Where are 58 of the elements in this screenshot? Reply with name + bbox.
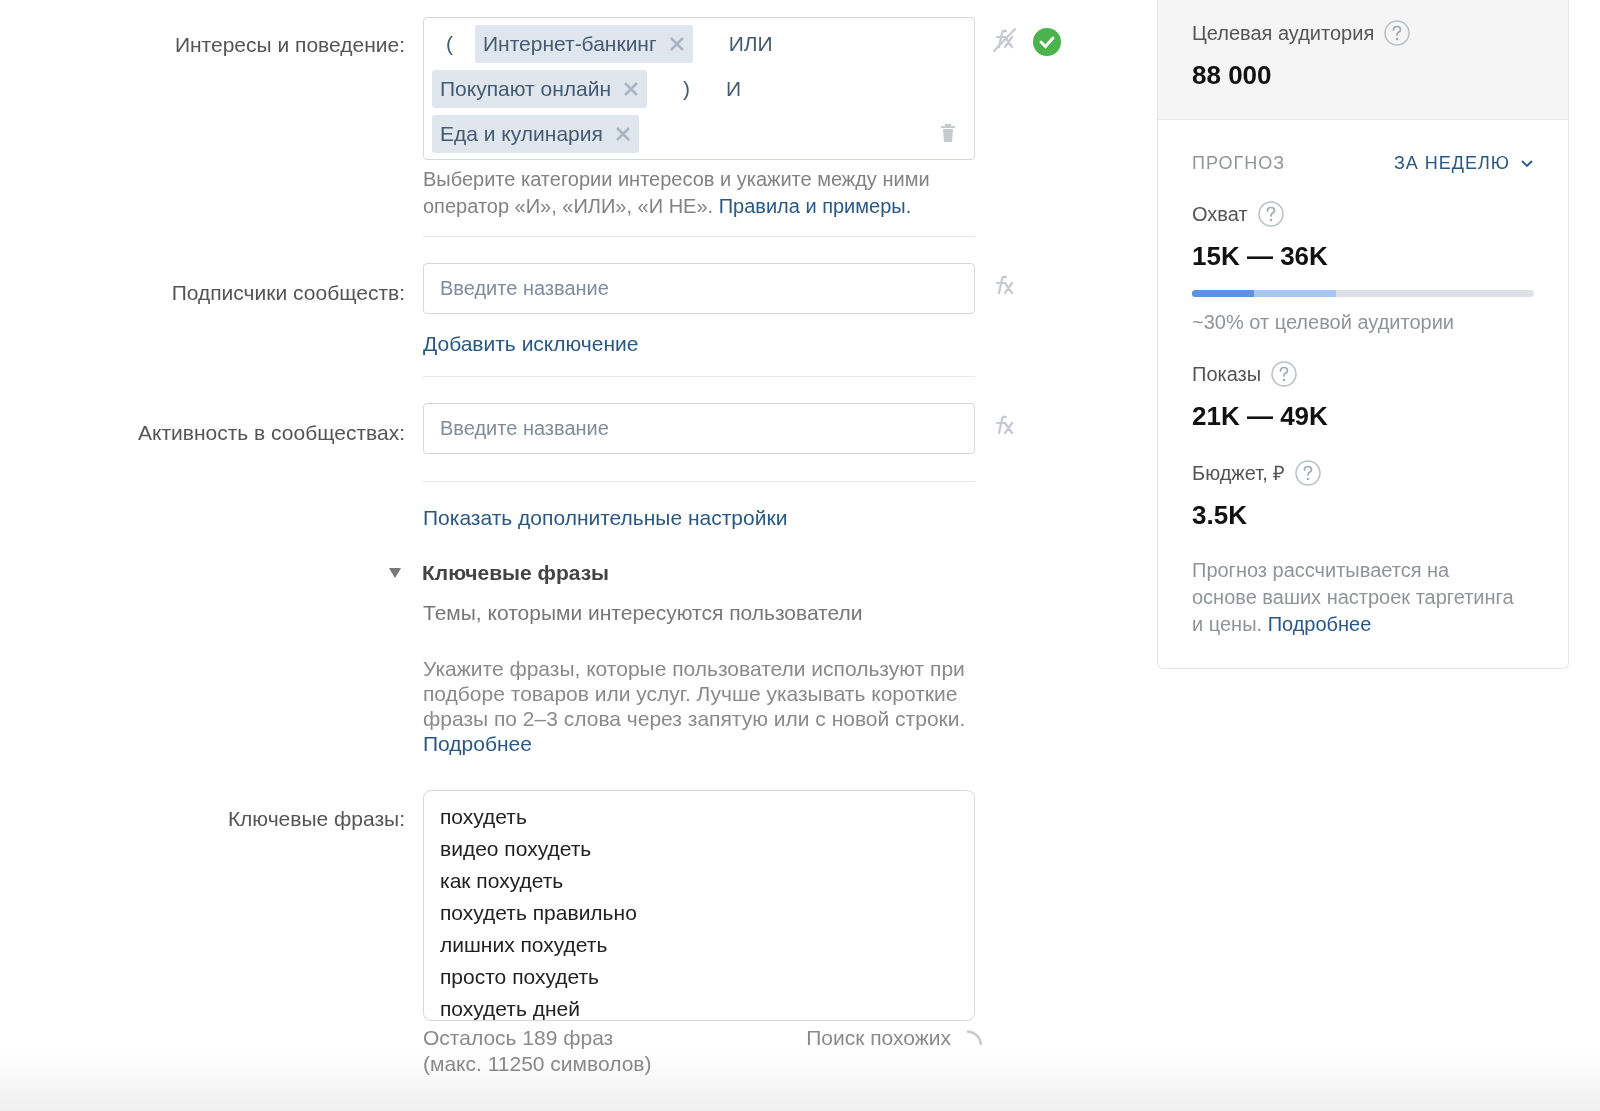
details-link[interactable]: Подробнее	[1267, 613, 1372, 635]
rules-link[interactable]: Правила и примеры.	[718, 195, 912, 217]
reach-value: 15K — 36K	[1192, 240, 1329, 273]
budget-value: 3.5K	[1192, 499, 1248, 532]
interest-tag[interactable]: Еда и кулинария	[432, 114, 639, 153]
audience-label: Целевая аудитория	[1192, 21, 1375, 46]
remove-icon[interactable]	[668, 35, 685, 52]
field-label: Ключевые фразы:	[227, 807, 405, 830]
impressions-value: 21K — 49K	[1192, 400, 1329, 433]
help-icon[interactable]	[1384, 20, 1411, 46]
keyword-phrase: похудеть правильно	[440, 900, 638, 926]
forecast-note: Прогноз рассчитывается на основе ваших настроек таргетинга и цены. Подробнее	[1192, 558, 1515, 637]
operator-text: И	[725, 75, 743, 102]
field-label: Интересы и поведение:	[174, 33, 405, 56]
max-text: (макс. 11250 символов)	[423, 1051, 652, 1077]
more-settings-link[interactable]: Показать дополнительные настройки	[423, 505, 788, 529]
reach-label: Охват	[1192, 202, 1248, 227]
interest-tag[interactable]: Покупают онлайн	[432, 69, 648, 108]
period-dropdown[interactable]: ЗА НЕДЕЛЮ	[1393, 150, 1534, 177]
add-exclusion-link[interactable]: Добавить исключение	[423, 332, 639, 355]
activity-field[interactable]: Введите название	[423, 402, 975, 454]
subscribers-field[interactable]: Введите название	[423, 263, 975, 314]
details-link[interactable]: Подробнее	[423, 732, 532, 755]
help-icon[interactable]	[1295, 460, 1322, 486]
keywords-textarea[interactable]: похудеть видео похудеть как похудеть похудеть правильно лишних похудеть просто похудеть похудеть дней	[423, 790, 975, 1021]
keyword-phrase: похудеть дней	[440, 996, 581, 1020]
collapse-triangle-icon[interactable]	[388, 566, 402, 579]
operator-text: )	[682, 75, 692, 102]
operator-text: ИЛИ	[727, 30, 774, 57]
help-icon[interactable]	[1271, 361, 1298, 387]
trash-icon[interactable]	[940, 123, 956, 143]
function-crossed-icon[interactable]	[991, 27, 1017, 53]
keyword-phrase: видео похудеть	[440, 836, 593, 862]
remaining-text: Осталось 189 фраз	[423, 1025, 615, 1051]
field-label: Подписчики сообществ:	[171, 281, 405, 304]
interest-tag[interactable]: Интернет-банкинг	[475, 24, 693, 63]
description-text: Укажите фразы, которые пользователи используют при подборе товаров или услуг. Лучше указывать короткие фразы по 2–3 слова через запятую или с новой строки. Подробнее	[423, 656, 967, 756]
field-label: Активность в сообществах:	[138, 420, 405, 444]
keyword-phrase: просто похудеть	[440, 964, 601, 990]
similar-search-text: Поиск похожих	[806, 1025, 951, 1051]
help-icon[interactable]	[1257, 201, 1284, 227]
spinner-icon	[965, 1029, 983, 1047]
interests-field[interactable]: ( Интернет-банкинг ИЛИ Покупают онлайн ) И Еда и кулинария	[423, 17, 975, 160]
forecast-title: ПРОГНОЗ	[1192, 152, 1286, 175]
chevron-down-icon	[1520, 158, 1534, 169]
budget-label: Бюджет, ₽	[1192, 461, 1286, 486]
audience-value: 88 000	[1192, 59, 1273, 92]
reach-share-text: ~30% от целевой аудитории	[1192, 310, 1455, 335]
keyword-phrase: как похудеть	[440, 868, 565, 894]
remove-icon[interactable]	[623, 80, 640, 97]
impressions-label: Показы	[1192, 362, 1262, 387]
section-title: Ключевые фразы	[422, 560, 610, 586]
remove-icon[interactable]	[614, 125, 631, 142]
hint-text: Выберите категории интересов и укажите между ними оператор «И», «ИЛИ», «И НЕ». Правила и примеры.	[423, 167, 931, 219]
keyword-phrase: похудеть	[440, 804, 528, 830]
operator-text: (	[445, 30, 454, 57]
keyword-phrase: лишних похудеть	[440, 932, 609, 958]
section-subtitle: Темы, которыми интересуются пользователи	[423, 599, 864, 626]
